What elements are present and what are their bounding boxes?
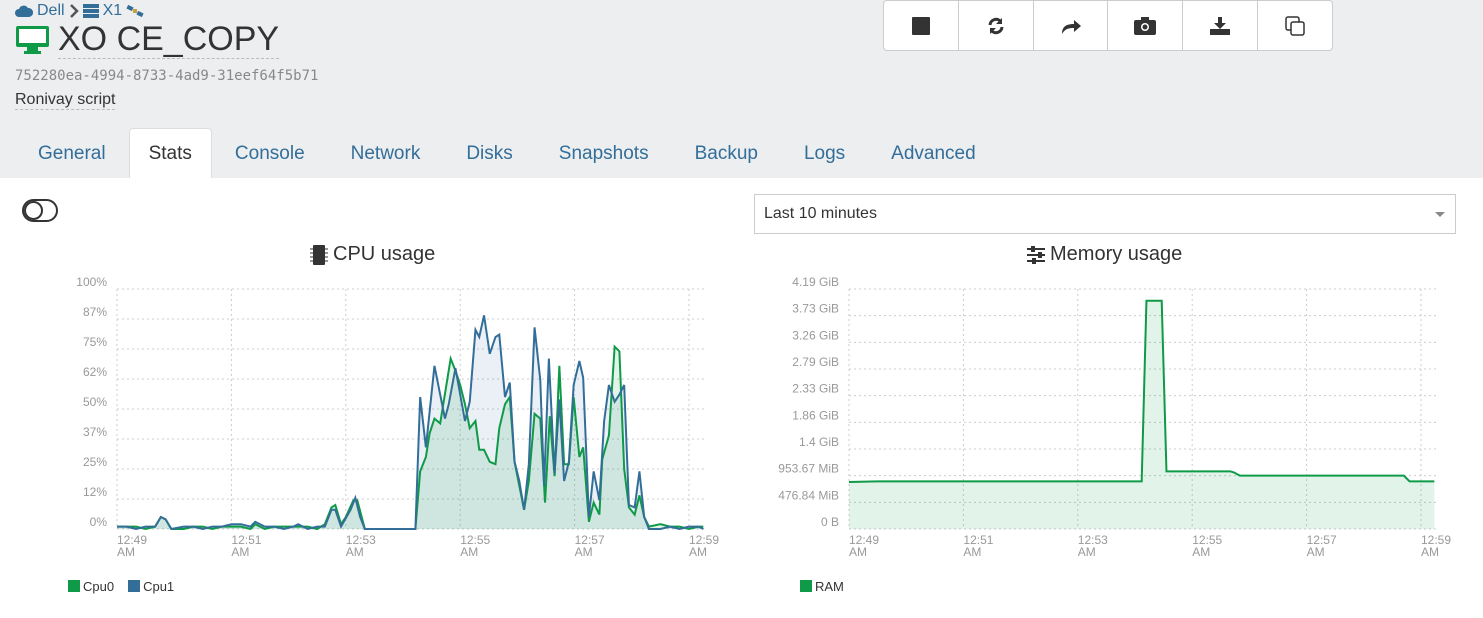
x-tick-suffix: AM	[117, 545, 135, 559]
granularity-select[interactable]: Last 10 minutes	[754, 194, 1456, 234]
tab-advanced[interactable]: Advanced	[868, 128, 999, 178]
vm-uuid: 752280ea-4994-8733-4ad9-31eef64f5b71	[15, 68, 319, 84]
y-tick-label: 3.26 GiB	[792, 328, 839, 342]
y-tick-label: 100%	[76, 275, 107, 289]
stop-icon	[911, 16, 930, 35]
y-tick-label: 87%	[83, 305, 107, 319]
y-tick-label: 12%	[83, 485, 107, 499]
copy-icon	[1285, 15, 1305, 36]
y-tick-label: 50%	[83, 395, 107, 409]
breadcrumb-pool[interactable]: Dell	[37, 2, 65, 20]
cpu-chart-title: CPU usage	[310, 243, 435, 266]
y-tick-label: 2.79 GiB	[792, 355, 839, 369]
y-tick-label: 2.33 GiB	[792, 382, 839, 396]
x-tick-suffix: AM	[1421, 545, 1439, 559]
cpu-title-text: CPU usage	[333, 243, 436, 265]
y-tick-label: 3.73 GiB	[792, 302, 839, 316]
y-tick-label: 75%	[83, 335, 107, 349]
vm-actions-toolbar	[883, 0, 1333, 51]
tab-disks[interactable]: Disks	[443, 128, 535, 178]
memory-legend: RAM	[800, 579, 844, 594]
y-tick-label: 1.4 GiB	[799, 435, 839, 449]
x-tick-suffix: AM	[231, 545, 249, 559]
x-tick-suffix: AM	[1192, 545, 1210, 559]
tab-network[interactable]: Network	[328, 128, 444, 178]
tab-logs[interactable]: Logs	[781, 128, 868, 178]
camera-icon	[1134, 16, 1157, 35]
snapshot-button[interactable]	[1108, 1, 1184, 50]
memory-chart-title: Memory usage	[1027, 243, 1182, 266]
granularity-value: Last 10 minutes	[764, 205, 877, 222]
chevron-right-icon	[69, 4, 79, 18]
server-icon	[82, 4, 99, 18]
stop-button[interactable]	[884, 1, 959, 50]
legend-cpu0[interactable]: Cpu0	[68, 579, 114, 594]
tab-backup[interactable]: Backup	[672, 128, 781, 178]
x-tick-suffix: AM	[1078, 545, 1096, 559]
export-icon	[1210, 16, 1231, 35]
sliders-icon	[1027, 245, 1045, 264]
y-tick-label: 476.84 MiB	[778, 488, 839, 502]
tab-snapshots[interactable]: Snapshots	[536, 128, 672, 178]
legend-ram[interactable]: RAM	[800, 579, 844, 594]
y-tick-label: 0%	[90, 515, 108, 529]
series-line-ram[interactable]	[848, 299, 1435, 484]
export-button[interactable]	[1183, 1, 1259, 50]
migrate-icon	[1061, 19, 1081, 34]
tab-stats[interactable]: Stats	[128, 128, 212, 178]
vm-tabs: General Stats Console Network Disks Snapshots…	[15, 128, 999, 178]
y-tick-label: 25%	[83, 455, 107, 469]
series-area-ram	[849, 300, 1435, 529]
x-tick-suffix: AM	[849, 545, 867, 559]
y-tick-label: 37%	[83, 425, 107, 439]
stats-view-toggle[interactable]	[22, 199, 58, 222]
satellite-icon	[126, 4, 144, 18]
breadcrumb: Dell X1	[15, 2, 144, 20]
memory-usage-chart: 0 B 476.84 MiB 953.67 MiB 1.4 GiB 1.86 GiB 2.…	[778, 275, 1451, 559]
restart-button[interactable]	[959, 1, 1034, 50]
tab-console[interactable]: Console	[212, 128, 328, 178]
y-tick-label: 1.86 GiB	[792, 408, 839, 422]
cpu-legend: Cpu0 Cpu1	[68, 579, 174, 594]
caret-down-icon	[1435, 212, 1445, 217]
legend-cpu1[interactable]: Cpu1	[128, 579, 174, 594]
vm-monitor-icon	[16, 25, 49, 54]
x-tick-suffix: AM	[1307, 545, 1325, 559]
migrate-button[interactable]	[1034, 1, 1109, 50]
y-tick-label: 0 B	[821, 515, 839, 529]
x-tick-suffix: AM	[460, 545, 478, 559]
x-tick-suffix: AM	[689, 545, 707, 559]
restart-icon	[988, 17, 1004, 34]
vm-description[interactable]: Ronivay script	[15, 91, 116, 110]
cpu-chip-icon	[310, 244, 328, 265]
vm-header: Dell X1 XO CE_COPY 752280ea-4994-8733-4a…	[0, 0, 1483, 178]
x-tick-suffix: AM	[575, 545, 593, 559]
vm-name[interactable]: XO CE_COPY	[58, 20, 280, 59]
copy-button[interactable]	[1258, 1, 1332, 50]
x-tick-suffix: AM	[963, 545, 981, 559]
breadcrumb-host[interactable]: X1	[103, 2, 123, 20]
y-tick-label: 4.19 GiB	[792, 275, 839, 289]
cpu-usage-chart: 0%12%25%37%50%62%75%87%100%12:49AM12:51A…	[76, 275, 719, 559]
memory-title-text: Memory usage	[1050, 243, 1183, 265]
y-tick-label: 62%	[83, 365, 107, 379]
x-tick-suffix: AM	[346, 545, 364, 559]
series-area-cpu0	[117, 346, 704, 529]
cloud-icon	[15, 5, 33, 17]
y-tick-label: 953.67 MiB	[778, 462, 839, 476]
tab-general[interactable]: General	[15, 128, 129, 178]
